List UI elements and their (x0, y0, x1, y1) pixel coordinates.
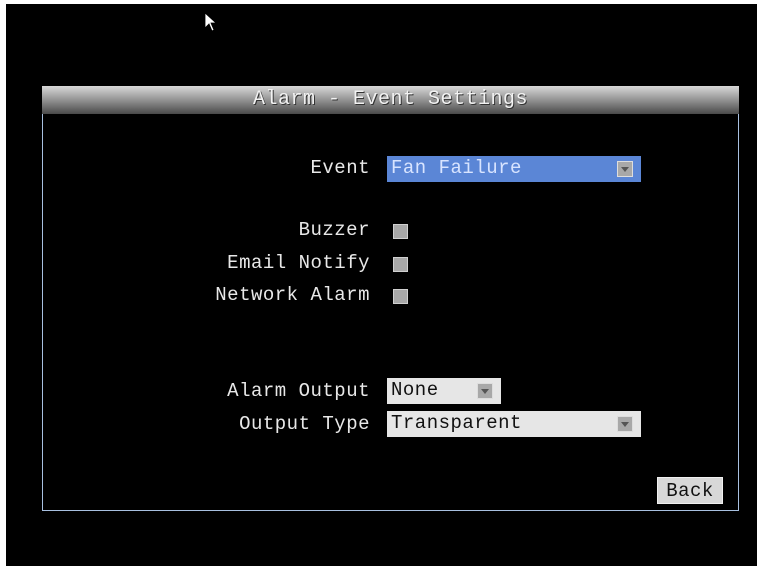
alarm-output-value: None (391, 379, 439, 401)
dropdown-arrow-icon[interactable] (477, 383, 493, 399)
output-type-value: Transparent (391, 412, 522, 434)
alarm-output-label: Alarm Output (227, 380, 370, 402)
alarm-event-settings-dialog: Alarm - Event Settings Event Fan Failure… (42, 86, 739, 512)
settings-panel: Event Fan Failure Buzzer Email Notify Ne… (42, 114, 739, 511)
network-alarm-checkbox[interactable] (393, 289, 408, 304)
mouse-pointer-icon (204, 12, 218, 32)
network-alarm-label: Network Alarm (215, 284, 370, 306)
output-type-label: Output Type (239, 413, 370, 435)
output-type-dropdown[interactable]: Transparent (387, 411, 641, 437)
buzzer-label: Buzzer (298, 219, 370, 241)
event-dropdown[interactable]: Fan Failure (387, 156, 641, 182)
event-value: Fan Failure (391, 157, 522, 179)
email-notify-label: Email Notify (227, 252, 370, 274)
alarm-output-dropdown[interactable]: None (387, 378, 501, 404)
dropdown-arrow-icon[interactable] (617, 416, 633, 432)
dialog-titlebar: Alarm - Event Settings (42, 86, 739, 115)
dvr-screen: Alarm - Event Settings Event Fan Failure… (6, 4, 757, 566)
dropdown-arrow-icon[interactable] (617, 161, 633, 177)
event-label: Event (310, 157, 370, 179)
email-notify-checkbox[interactable] (393, 257, 408, 272)
dialog-title: Alarm - Event Settings (252, 88, 529, 111)
back-button[interactable]: Back (657, 477, 723, 504)
buzzer-checkbox[interactable] (393, 224, 408, 239)
